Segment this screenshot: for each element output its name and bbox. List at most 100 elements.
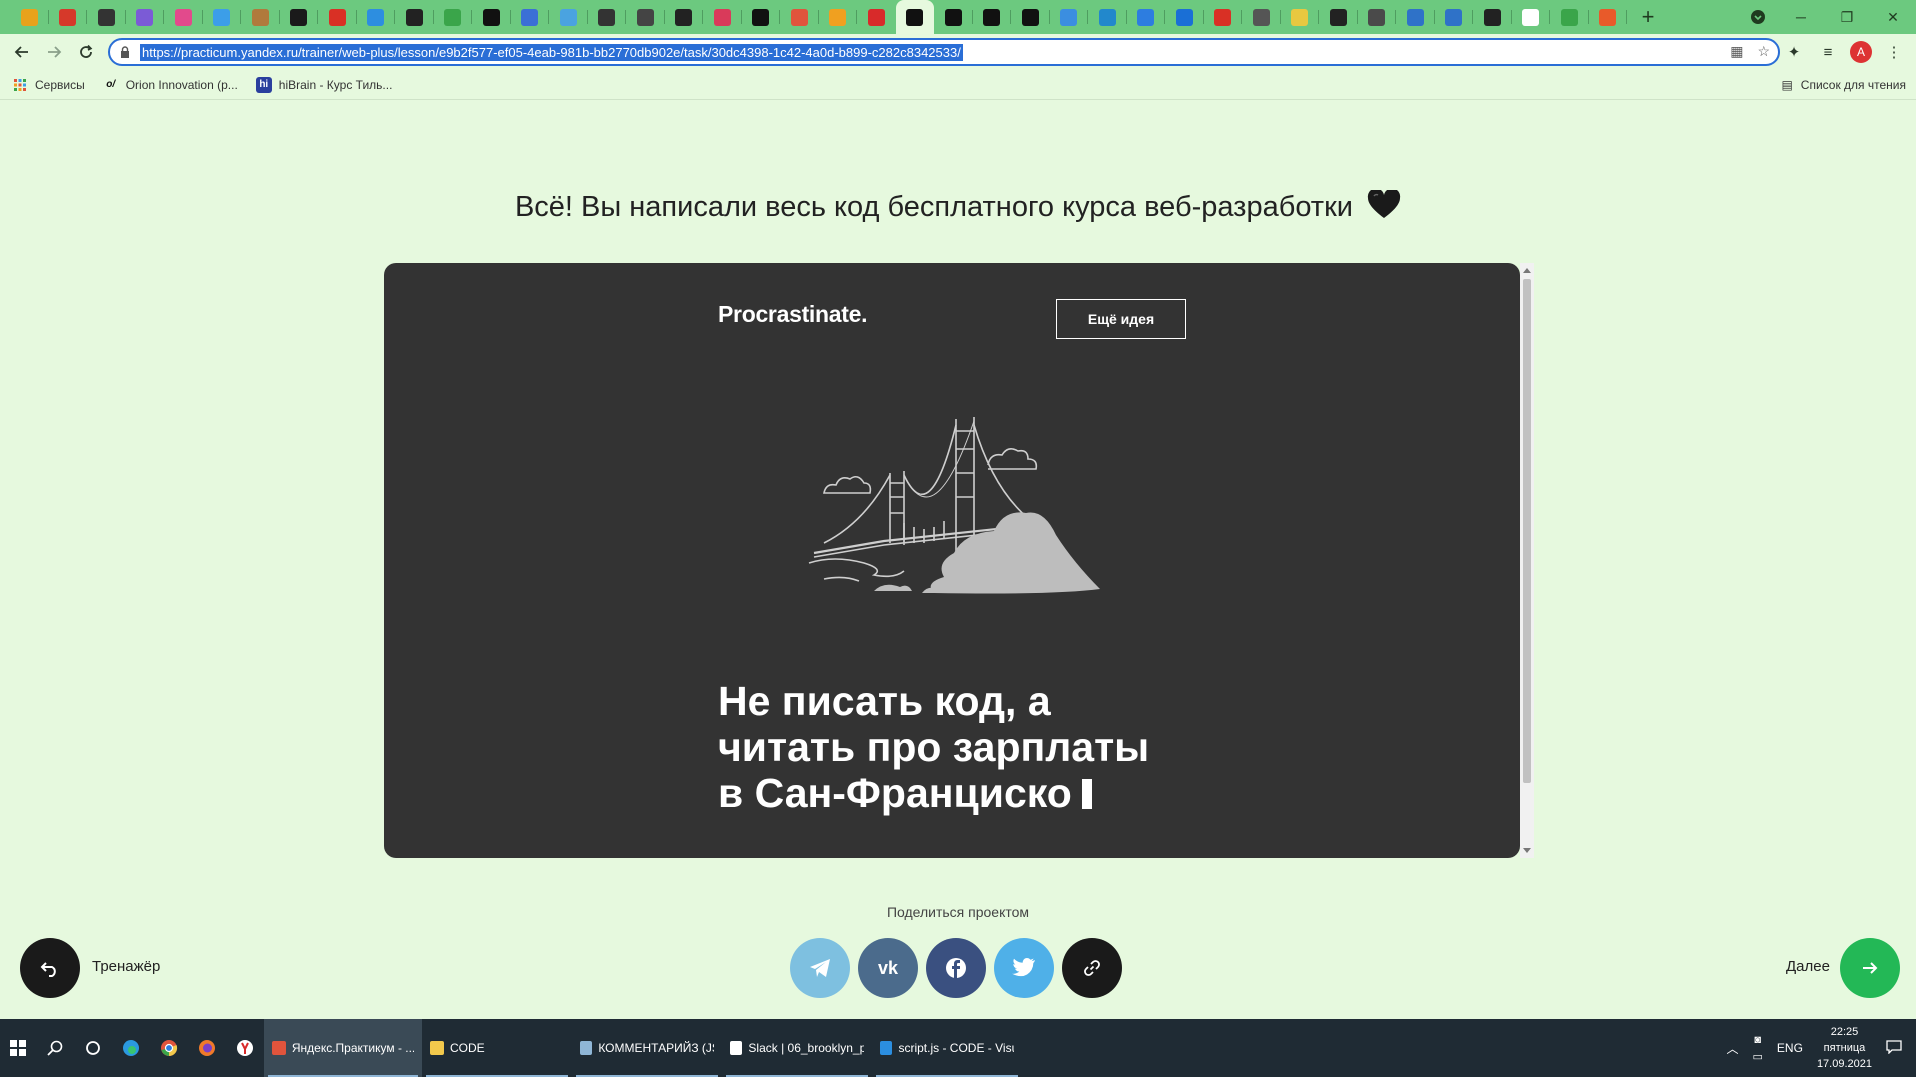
bookmark-services[interactable]: Сервисы xyxy=(12,77,85,93)
share-vk-button[interactable]: vk xyxy=(858,938,918,998)
start-button[interactable] xyxy=(0,1019,36,1077)
qr-code-icon[interactable]: ▦ xyxy=(1730,43,1743,60)
windows-logo-icon xyxy=(10,1040,26,1056)
network-icon[interactable]: ▭ xyxy=(1753,1050,1763,1063)
back-to-trainer-label[interactable]: Тренажёр xyxy=(92,958,160,975)
browser-tab[interactable] xyxy=(1435,0,1473,34)
browser-tab[interactable] xyxy=(395,0,434,34)
share-twitter-button[interactable] xyxy=(994,938,1054,998)
language-indicator[interactable]: ENG xyxy=(1777,1041,1803,1055)
browser-tab[interactable] xyxy=(126,0,164,34)
browser-tab[interactable] xyxy=(1127,0,1165,34)
browser-tab[interactable] xyxy=(318,0,357,34)
taskbar-app[interactable]: КОММЕНТАРИЙЗ (JS... xyxy=(572,1019,722,1077)
taskbar-app[interactable]: Яндекс.Практикум - ... xyxy=(264,1019,422,1077)
bookmark-orion[interactable]: o/ Orion Innovation (p... xyxy=(103,77,238,93)
chevron-up-icon[interactable]: ︿ xyxy=(1727,1040,1739,1057)
browser-tab[interactable] xyxy=(934,0,973,34)
preview-scrollbar[interactable] xyxy=(1520,263,1534,858)
browser-tab[interactable] xyxy=(665,0,703,34)
browser-tab[interactable] xyxy=(241,0,280,34)
browser-tab[interactable] xyxy=(895,0,934,34)
browser-tab[interactable] xyxy=(626,0,665,34)
browser-tab[interactable] xyxy=(1589,0,1627,34)
camera-icon[interactable]: ◙ xyxy=(1754,1034,1761,1046)
chrome-icon[interactable] xyxy=(150,1019,188,1077)
browser-tab[interactable] xyxy=(742,0,780,34)
browser-tab[interactable] xyxy=(357,0,395,34)
firefox-icon[interactable] xyxy=(188,1019,226,1077)
browser-tab[interactable] xyxy=(1550,0,1589,34)
scroll-down-arrow-icon[interactable] xyxy=(1523,848,1531,853)
cortana-icon[interactable] xyxy=(74,1019,112,1077)
taskbar-app-icon xyxy=(880,1041,893,1055)
browser-tab[interactable] xyxy=(1204,0,1242,34)
reading-list-button[interactable]: ▤ Список для чтения xyxy=(1781,70,1906,100)
browser-tab[interactable] xyxy=(1281,0,1319,34)
browser-tab[interactable] xyxy=(819,0,857,34)
scrollbar-thumb[interactable] xyxy=(1523,279,1531,783)
browser-tab[interactable] xyxy=(10,0,49,34)
clock[interactable]: 22:25 пятница 17.09.2021 xyxy=(1817,1024,1872,1072)
new-tab-button[interactable]: + xyxy=(1631,0,1665,34)
bookmark-hibrain[interactable]: hi hiBrain - Курс Тиль... xyxy=(255,76,393,93)
browser-tab[interactable] xyxy=(973,0,1011,34)
another-idea-button[interactable]: Ещё идея xyxy=(1056,299,1186,339)
restore-icon[interactable]: ❐ xyxy=(1824,9,1870,26)
browser-tab[interactable] xyxy=(1473,0,1512,34)
address-bar[interactable]: https://practicum.yandex.ru/trainer/web-… xyxy=(108,38,1780,66)
menu-kebab-icon[interactable]: ⋮ xyxy=(1882,40,1906,64)
scroll-up-arrow-icon[interactable] xyxy=(1523,268,1531,273)
share-facebook-button[interactable] xyxy=(926,938,986,998)
forward-button[interactable] xyxy=(38,36,70,68)
taskbar-app[interactable]: Slack | 06_brooklyn_pl... xyxy=(722,1019,872,1077)
bookmark-star-icon[interactable]: ☆ xyxy=(1757,43,1770,60)
reload-button[interactable] xyxy=(70,36,102,68)
twitter-icon xyxy=(1012,958,1035,977)
yandex-browser-icon[interactable] xyxy=(226,1019,264,1077)
browser-tab[interactable] xyxy=(434,0,472,34)
media-control-icon[interactable]: ≡ xyxy=(1816,40,1840,64)
minimize-icon[interactable]: ─ xyxy=(1778,9,1824,25)
browser-tab[interactable] xyxy=(780,0,819,34)
url-text[interactable]: https://practicum.yandex.ru/trainer/web-… xyxy=(140,43,963,61)
next-button[interactable] xyxy=(1840,938,1900,998)
browser-tab[interactable] xyxy=(203,0,241,34)
search-icon[interactable] xyxy=(36,1019,74,1077)
edge-icon[interactable] xyxy=(112,1019,150,1077)
browser-tab[interactable] xyxy=(1512,0,1550,34)
profile-avatar[interactable]: A xyxy=(1850,41,1872,63)
taskbar-app[interactable]: CODE xyxy=(422,1019,572,1077)
browser-tab[interactable] xyxy=(49,0,87,34)
browser-tab[interactable] xyxy=(588,0,626,34)
browser-tab[interactable] xyxy=(1011,0,1050,34)
browser-tab[interactable] xyxy=(1319,0,1358,34)
back-button[interactable] xyxy=(6,36,38,68)
extensions-icon[interactable]: ✦ xyxy=(1782,40,1806,64)
copy-link-button[interactable] xyxy=(1062,938,1122,998)
browser-tab[interactable] xyxy=(703,0,742,34)
browser-tab[interactable] xyxy=(511,0,549,34)
close-icon[interactable]: ✕ xyxy=(1870,9,1916,26)
browser-tab[interactable] xyxy=(549,0,588,34)
taskbar-app[interactable]: script.js - CODE - Visu... xyxy=(872,1019,1022,1077)
browser-tab[interactable] xyxy=(1088,0,1127,34)
browser-tab[interactable] xyxy=(1050,0,1088,34)
browser-tab[interactable] xyxy=(164,0,203,34)
browser-tab[interactable] xyxy=(857,0,896,34)
arrow-right-icon xyxy=(1863,962,1878,974)
browser-tab[interactable] xyxy=(1242,0,1281,34)
lock-icon[interactable] xyxy=(110,46,140,58)
tab-search-button[interactable] xyxy=(1738,0,1778,34)
browser-tab[interactable] xyxy=(472,0,511,34)
next-label[interactable]: Далее xyxy=(1786,958,1830,975)
bookmark-label: hiBrain - Курс Тиль... xyxy=(278,77,393,92)
browser-tab[interactable] xyxy=(87,0,126,34)
back-to-trainer-button[interactable] xyxy=(20,938,80,998)
browser-tab[interactable] xyxy=(1165,0,1204,34)
browser-tab[interactable] xyxy=(280,0,318,34)
browser-tab[interactable] xyxy=(1396,0,1435,34)
browser-tab[interactable] xyxy=(1358,0,1396,34)
notifications-icon[interactable] xyxy=(1886,1039,1902,1057)
share-telegram-button[interactable] xyxy=(790,938,850,998)
